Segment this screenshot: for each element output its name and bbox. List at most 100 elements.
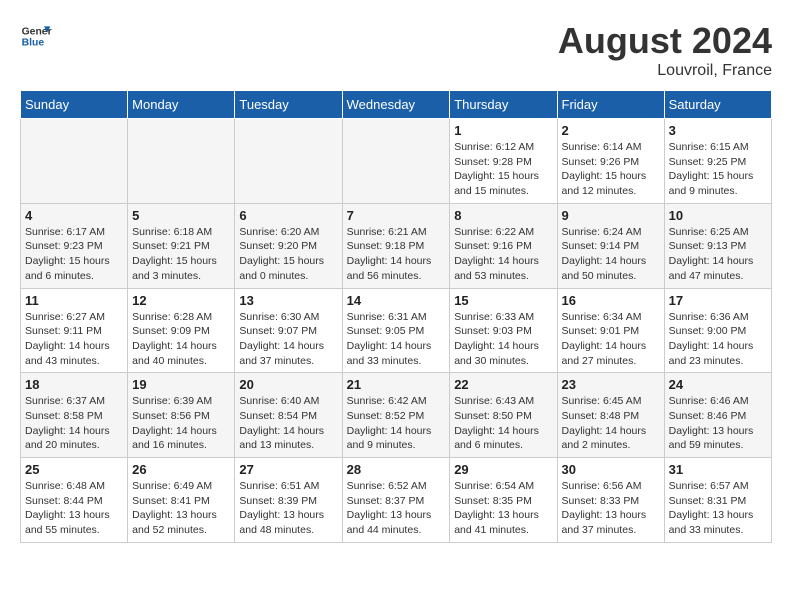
calendar-table: SundayMondayTuesdayWednesdayThursdayFrid…: [20, 90, 772, 543]
day-info: Sunrise: 6:39 AMSunset: 8:56 PMDaylight:…: [132, 394, 230, 453]
calendar-cell: 22 Sunrise: 6:43 AMSunset: 8:50 PMDayligh…: [450, 373, 557, 458]
header-row: SundayMondayTuesdayWednesdayThursdayFrid…: [21, 91, 772, 119]
title-block: August 2024 Louvroil, France: [558, 20, 772, 80]
col-header-sunday: Sunday: [21, 91, 128, 119]
month-year-title: August 2024: [558, 20, 772, 62]
day-info: Sunrise: 6:28 AMSunset: 9:09 PMDaylight:…: [132, 310, 230, 369]
day-number: 11: [25, 293, 123, 308]
calendar-cell: 30Sunrise: 6:56 AMSunset: 8:33 PMDayligh…: [557, 458, 664, 543]
calendar-cell: 20Sunrise: 6:40 AMSunset: 8:54 PMDayligh…: [235, 373, 342, 458]
calendar-cell: 27 Sunrise: 6:51 AMSunset: 8:39 PMDayligh…: [235, 458, 342, 543]
day-info: Sunrise: 6:18 AMSunset: 9:21 PMDaylight:…: [132, 225, 230, 284]
day-info: Sunrise: 6:46 AMSunset: 8:46 PMDaylight:…: [669, 394, 767, 453]
day-info: Sunrise: 6:52 AMSunset: 8:37 PMDaylight:…: [347, 479, 446, 538]
calendar-cell: 15 Sunrise: 6:33 AMSunset: 9:03 PMDayligh…: [450, 288, 557, 373]
day-number: 5: [132, 208, 230, 223]
day-info: Sunrise: 6:25 AMSunset: 9:13 PMDaylight:…: [669, 225, 767, 284]
calendar-cell: [128, 119, 235, 204]
day-number: 10: [669, 208, 767, 223]
calendar-cell: 29Sunrise: 6:54 AMSunset: 8:35 PMDayligh…: [450, 458, 557, 543]
calendar-cell: [342, 119, 450, 204]
week-row-4: 18 Sunrise: 6:37 AMSunset: 8:58 PMDayligh…: [21, 373, 772, 458]
day-number: 26: [132, 462, 230, 477]
calendar-cell: 24 Sunrise: 6:46 AMSunset: 8:46 PMDayligh…: [664, 373, 771, 458]
calendar-cell: 12 Sunrise: 6:28 AMSunset: 9:09 PMDayligh…: [128, 288, 235, 373]
calendar-cell: 14 Sunrise: 6:31 AMSunset: 9:05 PMDayligh…: [342, 288, 450, 373]
col-header-friday: Friday: [557, 91, 664, 119]
day-info: Sunrise: 6:37 AMSunset: 8:58 PMDaylight:…: [25, 394, 123, 453]
day-info: Sunrise: 6:31 AMSunset: 9:05 PMDaylight:…: [347, 310, 446, 369]
calendar-cell: 9Sunrise: 6:24 AMSunset: 9:14 PMDaylight…: [557, 203, 664, 288]
week-row-2: 4 Sunrise: 6:17 AMSunset: 9:23 PMDaylight…: [21, 203, 772, 288]
day-info: Sunrise: 6:21 AMSunset: 9:18 PMDaylight:…: [347, 225, 446, 284]
calendar-cell: 1 Sunrise: 6:12 AMSunset: 9:28 PMDaylight…: [450, 119, 557, 204]
calendar-cell: 17 Sunrise: 6:36 AMSunset: 9:00 PMDayligh…: [664, 288, 771, 373]
day-info: Sunrise: 6:27 AMSunset: 9:11 PMDaylight:…: [25, 310, 123, 369]
day-number: 15: [454, 293, 552, 308]
day-number: 18: [25, 377, 123, 392]
calendar-cell: 16 Sunrise: 6:34 AMSunset: 9:01 PMDayligh…: [557, 288, 664, 373]
day-info: Sunrise: 6:48 AMSunset: 8:44 PMDaylight:…: [25, 479, 123, 538]
day-number: 9: [562, 208, 660, 223]
day-number: 6: [239, 208, 337, 223]
day-info: Sunrise: 6:34 AMSunset: 9:01 PMDaylight:…: [562, 310, 660, 369]
day-number: 1: [454, 123, 552, 138]
day-number: 24: [669, 377, 767, 392]
calendar-cell: 8Sunrise: 6:22 AMSunset: 9:16 PMDaylight…: [450, 203, 557, 288]
header: General Blue August 2024 Louvroil, Franc…: [20, 20, 772, 80]
calendar-cell: 31 Sunrise: 6:57 AMSunset: 8:31 PMDayligh…: [664, 458, 771, 543]
day-number: 22: [454, 377, 552, 392]
calendar-cell: 6 Sunrise: 6:20 AMSunset: 9:20 PMDaylight…: [235, 203, 342, 288]
day-info: Sunrise: 6:43 AMSunset: 8:50 PMDaylight:…: [454, 394, 552, 453]
day-info: Sunrise: 6:45 AMSunset: 8:48 PMDaylight:…: [562, 394, 660, 453]
calendar-cell: 2Sunrise: 6:14 AMSunset: 9:26 PMDaylight…: [557, 119, 664, 204]
day-number: 27: [239, 462, 337, 477]
day-info: Sunrise: 6:22 AMSunset: 9:16 PMDaylight:…: [454, 225, 552, 284]
calendar-cell: 4 Sunrise: 6:17 AMSunset: 9:23 PMDaylight…: [21, 203, 128, 288]
calendar-cell: 28Sunrise: 6:52 AMSunset: 8:37 PMDayligh…: [342, 458, 450, 543]
week-row-1: 1 Sunrise: 6:12 AMSunset: 9:28 PMDaylight…: [21, 119, 772, 204]
calendar-cell: 18 Sunrise: 6:37 AMSunset: 8:58 PMDayligh…: [21, 373, 128, 458]
day-info: Sunrise: 6:40 AMSunset: 8:54 PMDaylight:…: [239, 394, 337, 453]
col-header-saturday: Saturday: [664, 91, 771, 119]
day-number: 3: [669, 123, 767, 138]
day-info: Sunrise: 6:12 AMSunset: 9:28 PMDaylight:…: [454, 140, 552, 199]
day-info: Sunrise: 6:15 AMSunset: 9:25 PMDaylight:…: [669, 140, 767, 199]
col-header-monday: Monday: [128, 91, 235, 119]
week-row-3: 11 Sunrise: 6:27 AMSunset: 9:11 PMDayligh…: [21, 288, 772, 373]
calendar-cell: 13 Sunrise: 6:30 AMSunset: 9:07 PMDayligh…: [235, 288, 342, 373]
week-row-5: 25Sunrise: 6:48 AMSunset: 8:44 PMDayligh…: [21, 458, 772, 543]
calendar-cell: 7 Sunrise: 6:21 AMSunset: 9:18 PMDaylight…: [342, 203, 450, 288]
calendar-cell: 23 Sunrise: 6:45 AMSunset: 8:48 PMDayligh…: [557, 373, 664, 458]
calendar-cell: [235, 119, 342, 204]
calendar-cell: 3 Sunrise: 6:15 AMSunset: 9:25 PMDaylight…: [664, 119, 771, 204]
location-subtitle: Louvroil, France: [558, 62, 772, 80]
day-number: 23: [562, 377, 660, 392]
day-number: 7: [347, 208, 446, 223]
day-number: 31: [669, 462, 767, 477]
day-info: Sunrise: 6:30 AMSunset: 9:07 PMDaylight:…: [239, 310, 337, 369]
day-number: 13: [239, 293, 337, 308]
col-header-tuesday: Tuesday: [235, 91, 342, 119]
day-info: Sunrise: 6:33 AMSunset: 9:03 PMDaylight:…: [454, 310, 552, 369]
day-info: Sunrise: 6:51 AMSunset: 8:39 PMDaylight:…: [239, 479, 337, 538]
col-header-wednesday: Wednesday: [342, 91, 450, 119]
day-info: Sunrise: 6:42 AMSunset: 8:52 PMDaylight:…: [347, 394, 446, 453]
day-info: Sunrise: 6:17 AMSunset: 9:23 PMDaylight:…: [25, 225, 123, 284]
calendar-cell: 26Sunrise: 6:49 AMSunset: 8:41 PMDayligh…: [128, 458, 235, 543]
col-header-thursday: Thursday: [450, 91, 557, 119]
day-info: Sunrise: 6:57 AMSunset: 8:31 PMDaylight:…: [669, 479, 767, 538]
day-info: Sunrise: 6:36 AMSunset: 9:00 PMDaylight:…: [669, 310, 767, 369]
calendar-cell: [21, 119, 128, 204]
logo-icon: General Blue: [20, 20, 52, 52]
day-number: 16: [562, 293, 660, 308]
day-number: 2: [562, 123, 660, 138]
day-info: Sunrise: 6:20 AMSunset: 9:20 PMDaylight:…: [239, 225, 337, 284]
day-number: 14: [347, 293, 446, 308]
day-number: 4: [25, 208, 123, 223]
day-info: Sunrise: 6:54 AMSunset: 8:35 PMDaylight:…: [454, 479, 552, 538]
day-number: 12: [132, 293, 230, 308]
calendar-cell: 21Sunrise: 6:42 AMSunset: 8:52 PMDayligh…: [342, 373, 450, 458]
day-number: 17: [669, 293, 767, 308]
day-number: 19: [132, 377, 230, 392]
